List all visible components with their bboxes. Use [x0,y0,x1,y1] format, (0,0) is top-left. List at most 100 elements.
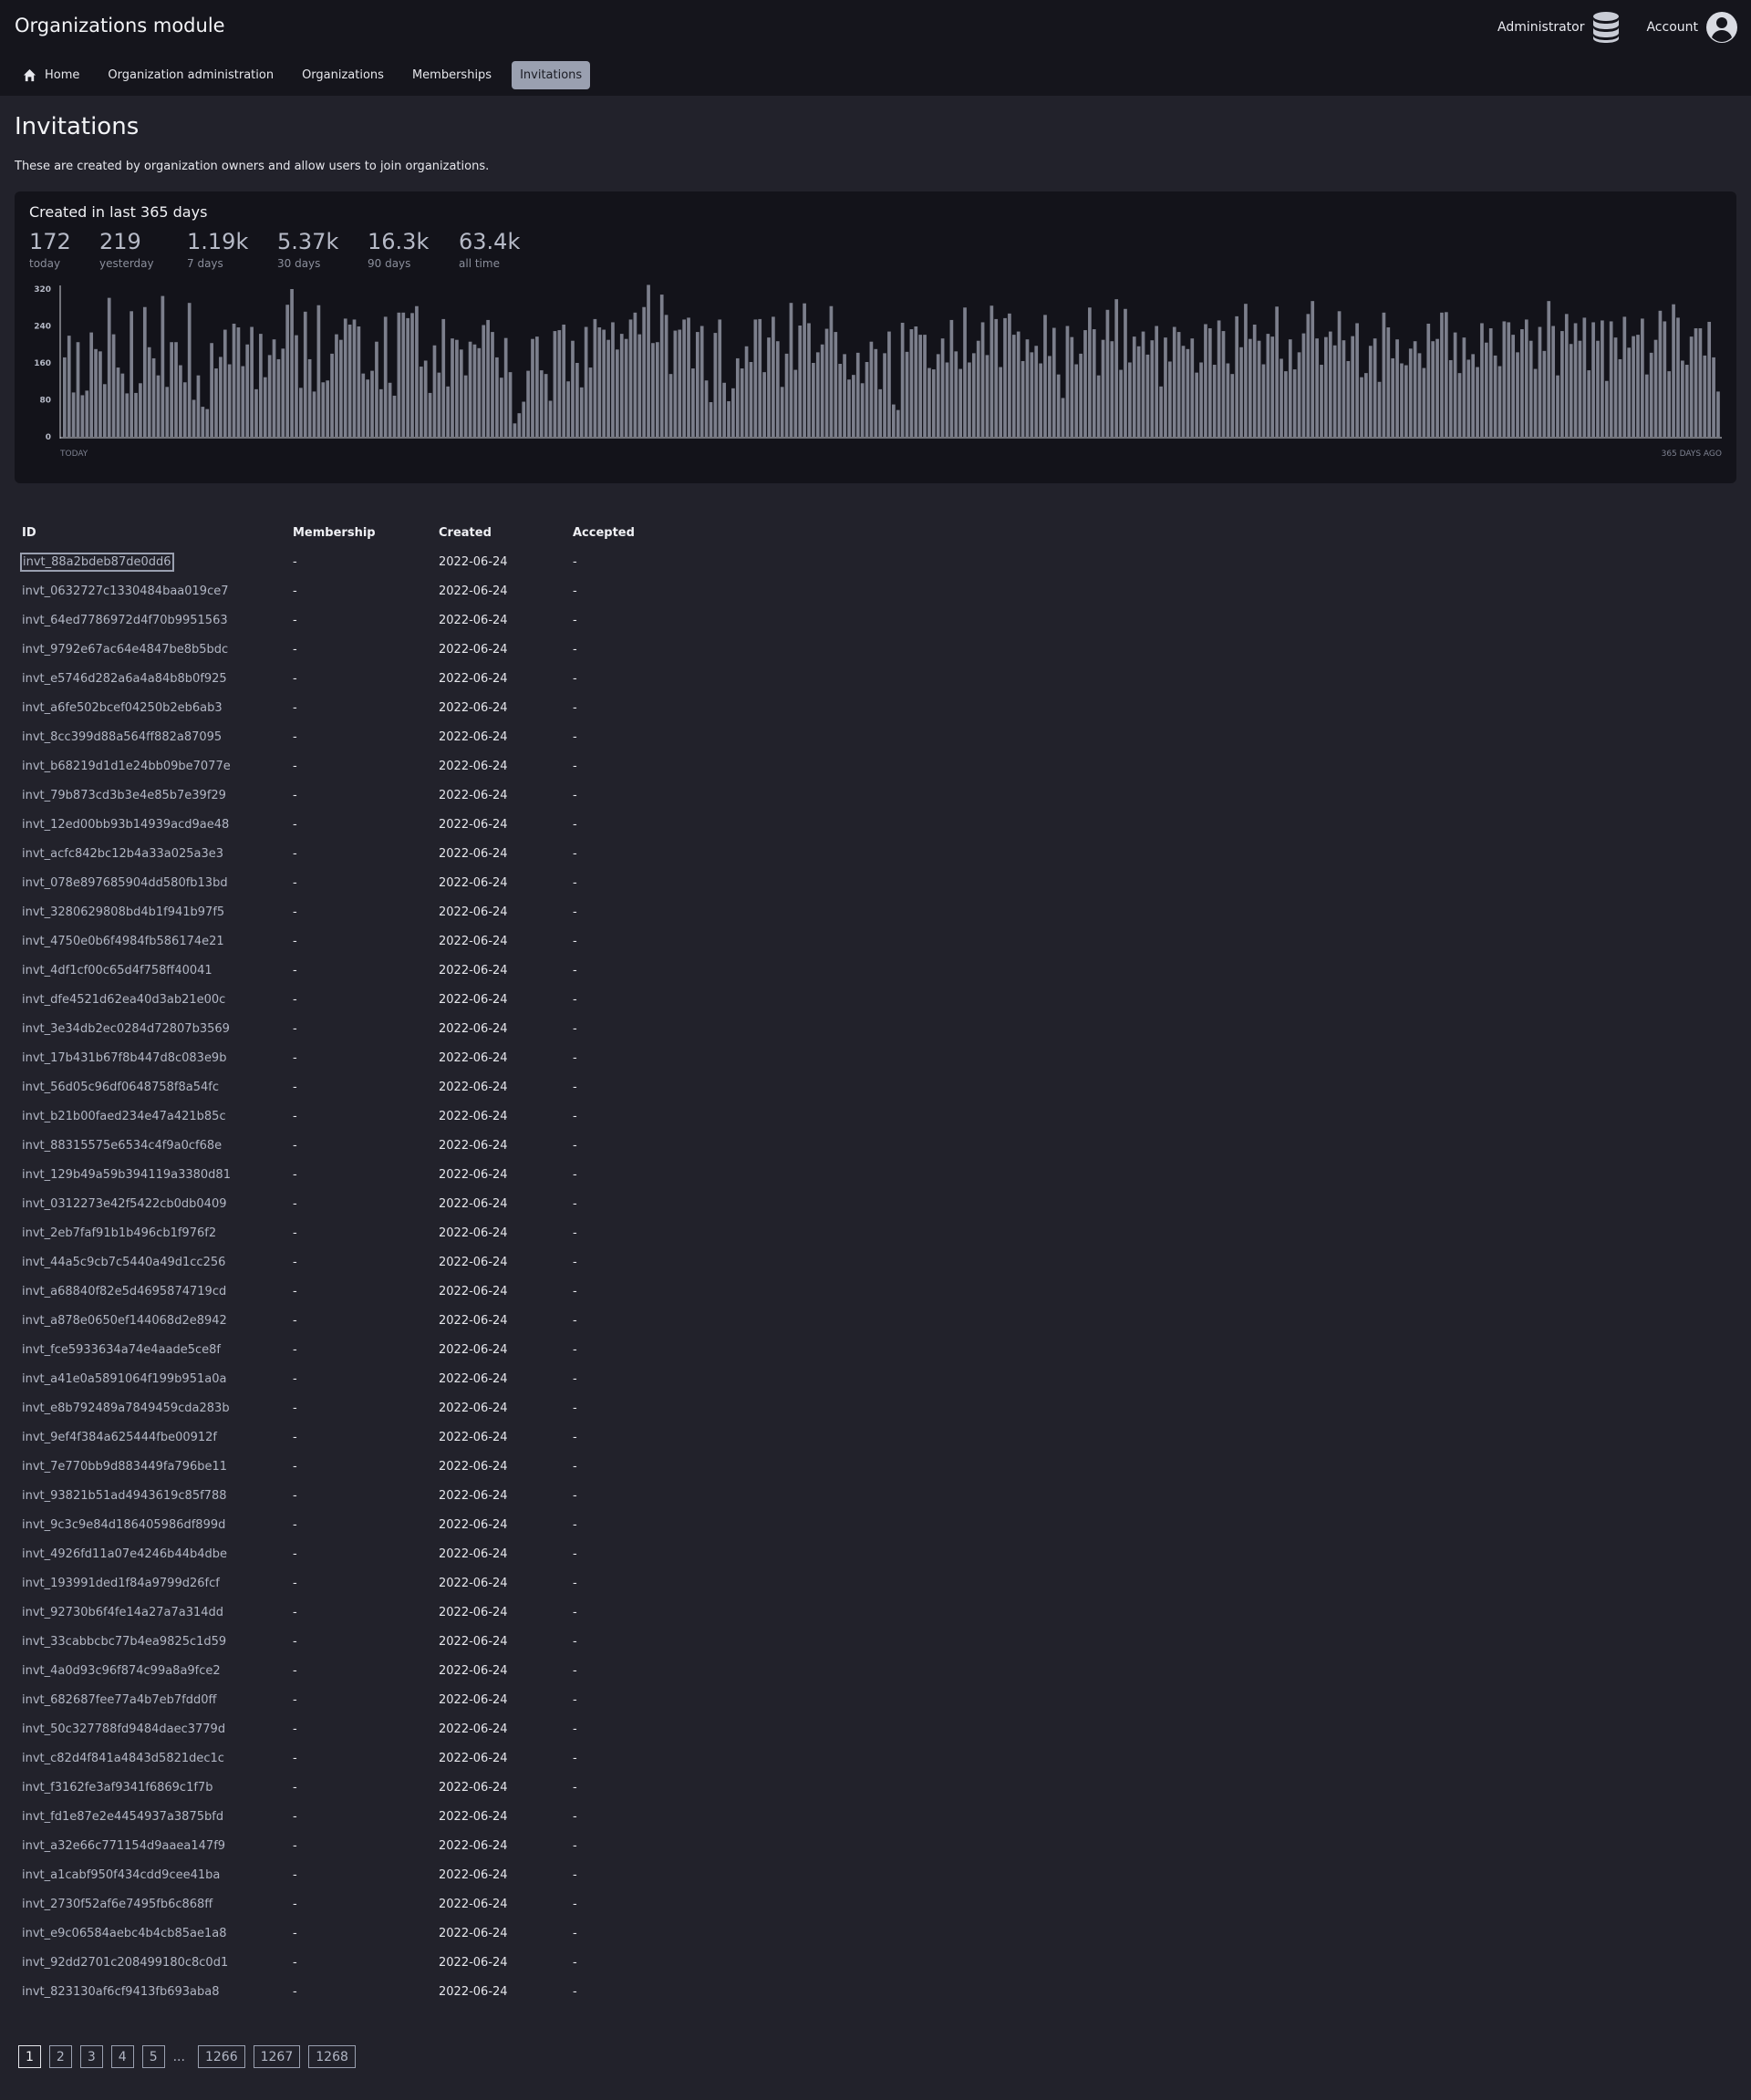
cell-id[interactable]: invt_193991ded1f84a9799d26fcf [15,1568,285,1598]
table-row[interactable]: invt_129b49a59b394119a3380d81 - 2022-06-24… [15,1160,682,1189]
table-row[interactable]: invt_4df1cf00c65d4f758ff40041 - 2022-06-24… [15,956,682,985]
invitation-id-link[interactable]: invt_4926fd11a07e4246b44b4dbe [22,1547,227,1561]
invitation-id-link[interactable]: invt_0312273e42f5422cb0db0409 [22,1197,227,1211]
table-row[interactable]: invt_92dd2701c208499180c8c0d1 - 2022-06-24… [15,1948,682,1977]
page-button[interactable]: 1267 [253,2045,301,2068]
invitation-id-link[interactable]: invt_4750e0b6f4984fb586174e21 [22,935,224,948]
invitation-id-link[interactable]: invt_88315575e6534c4f9a0cf68e [22,1139,222,1153]
cell-id[interactable]: invt_078e897685904dd580fb13bd [15,868,285,897]
table-row[interactable]: invt_b21b00faed234e47a421b85c - 2022-06-24… [15,1102,682,1131]
cell-id[interactable]: invt_3280629808bd4b1f941b97f5 [15,897,285,926]
cell-id[interactable]: invt_79b873cd3b3e4e85b7e39f29 [15,781,285,810]
column-header-accepted[interactable]: Accepted [565,518,682,547]
cell-id[interactable]: invt_88a2bdeb87de0dd6 [15,547,285,576]
cell-id[interactable]: invt_fd1e87e2e4454937a3875bfd [15,1802,285,1831]
database-icon[interactable] [1591,11,1621,44]
cell-id[interactable]: invt_44a5c9cb7c5440a49d1cc256 [15,1247,285,1277]
table-row[interactable]: invt_fce5933634a74e4aade5ce8f - 2022-06-24… [15,1335,682,1364]
tab-home[interactable]: Home [15,61,88,89]
account-circle-icon[interactable] [1705,11,1738,44]
invitation-id-link[interactable]: invt_3280629808bd4b1f941b97f5 [22,905,224,919]
cell-id[interactable]: invt_dfe4521d62ea40d3ab21e00c [15,985,285,1014]
column-header-created[interactable]: Created [431,518,565,547]
invitation-id-link[interactable]: invt_129b49a59b394119a3380d81 [22,1168,231,1182]
cell-id[interactable]: invt_823130af6cf9413fb693aba8 [15,1977,285,2006]
cell-id[interactable]: invt_a68840f82e5d4695874719cd [15,1277,285,1306]
table-row[interactable]: invt_17b431b67f8b447d8c083e9b - 2022-06-24… [15,1043,682,1072]
cell-id[interactable]: invt_a6fe502bcef04250b2eb6ab3 [15,693,285,722]
table-row[interactable]: invt_64ed7786972d4f70b9951563 - 2022-06-24… [15,605,682,635]
table-row[interactable]: invt_4a0d93c96f874c99a8a9fce2 - 2022-06-24… [15,1656,682,1685]
table-row[interactable]: invt_682687fee77a4b7eb7fdd0ff - 2022-06-24… [15,1685,682,1714]
table-row[interactable]: invt_f3162fe3af9341f6869c1f7b - 2022-06-24… [15,1773,682,1802]
table-row[interactable]: invt_33cabbcbc77b4ea9825c1d59 - 2022-06-24… [15,1627,682,1656]
table-row[interactable]: invt_e8b792489a7849459cda283b - 2022-06-24… [15,1393,682,1422]
cell-id[interactable]: invt_56d05c96df0648758f8a54fc [15,1072,285,1102]
table-row[interactable]: invt_3280629808bd4b1f941b97f5 - 2022-06-24… [15,897,682,926]
table-row[interactable]: invt_acfc842bc12b4a33a025a3e3 - 2022-06-24… [15,839,682,868]
invitation-id-link[interactable]: invt_f3162fe3af9341f6869c1f7b [22,1781,212,1795]
cell-id[interactable]: invt_4df1cf00c65d4f758ff40041 [15,956,285,985]
cell-id[interactable]: invt_fce5933634a74e4aade5ce8f [15,1335,285,1364]
table-row[interactable]: invt_4926fd11a07e4246b44b4dbe - 2022-06-24… [15,1539,682,1568]
cell-id[interactable]: invt_f3162fe3af9341f6869c1f7b [15,1773,285,1802]
tab-organizations[interactable]: Organizations [294,61,392,89]
invitation-id-link[interactable]: invt_8cc399d88a564ff882a87095 [22,730,222,744]
invitation-id-link[interactable]: invt_2eb7faf91b1b496cb1f976f2 [22,1226,216,1240]
table-row[interactable]: invt_3e34db2ec0284d72807b3569 - 2022-06-24… [15,1014,682,1043]
cell-id[interactable]: invt_92730b6f4fe14a27a7a314dd [15,1598,285,1627]
tab-invitations[interactable]: Invitations [512,61,591,89]
invitation-id-link[interactable]: invt_b21b00faed234e47a421b85c [22,1110,226,1123]
invitation-id-link[interactable]: invt_e8b792489a7849459cda283b [22,1402,230,1415]
invitation-id-link[interactable]: invt_7e770bb9d883449fa796be11 [22,1460,227,1474]
invitation-id-link[interactable]: invt_b68219d1d1e24bb09be7077e [22,760,231,773]
cell-id[interactable]: invt_682687fee77a4b7eb7fdd0ff [15,1685,285,1714]
cell-id[interactable]: invt_9792e67ac64e4847be8b5bdc [15,635,285,664]
table-row[interactable]: invt_50c327788fd9484daec3779d - 2022-06-24… [15,1714,682,1743]
table-row[interactable]: invt_44a5c9cb7c5440a49d1cc256 - 2022-06-24… [15,1247,682,1277]
account-link[interactable]: Account [1646,20,1698,35]
cell-id[interactable]: invt_4926fd11a07e4246b44b4dbe [15,1539,285,1568]
table-row[interactable]: invt_e5746d282a6a4a84b8b0f925 - 2022-06-24… [15,664,682,693]
invitation-id-link[interactable]: invt_a1cabf950f434cdd9cee41ba [22,1868,220,1882]
cell-id[interactable]: invt_64ed7786972d4f70b9951563 [15,605,285,635]
cell-id[interactable]: invt_7e770bb9d883449fa796be11 [15,1452,285,1481]
table-row[interactable]: invt_078e897685904dd580fb13bd - 2022-06-24… [15,868,682,897]
table-row[interactable]: invt_56d05c96df0648758f8a54fc - 2022-06-24… [15,1072,682,1102]
table-row[interactable]: invt_b68219d1d1e24bb09be7077e - 2022-06-24… [15,751,682,781]
cell-id[interactable]: invt_c82d4f841a4843d5821dec1c [15,1743,285,1773]
cell-id[interactable]: invt_a878e0650ef144068d2e8942 [15,1306,285,1335]
cell-id[interactable]: invt_93821b51ad4943619c85f788 [15,1481,285,1510]
table-row[interactable]: invt_88315575e6534c4f9a0cf68e - 2022-06-24… [15,1131,682,1160]
page-button[interactable]: 2 [48,2045,72,2068]
page-button[interactable]: 1 [18,2045,41,2068]
table-row[interactable]: invt_e9c06584aebc4b4cb85ae1a8 - 2022-06-24… [15,1919,682,1948]
table-row[interactable]: invt_2eb7faf91b1b496cb1f976f2 - 2022-06-24… [15,1218,682,1247]
cell-id[interactable]: invt_9ef4f384a625444fbe00912f [15,1422,285,1452]
table-row[interactable]: invt_9c3c9e84d186405986df899d - 2022-06-24… [15,1510,682,1539]
invitation-id-link[interactable]: invt_a878e0650ef144068d2e8942 [22,1314,227,1328]
cell-id[interactable]: invt_e5746d282a6a4a84b8b0f925 [15,664,285,693]
page-button[interactable]: 1268 [308,2045,356,2068]
invitation-id-link[interactable]: invt_acfc842bc12b4a33a025a3e3 [22,847,223,861]
table-row[interactable]: invt_88a2bdeb87de0dd6 - 2022-06-24 - [15,547,682,576]
invitation-id-link[interactable]: invt_682687fee77a4b7eb7fdd0ff [22,1693,216,1707]
cell-id[interactable]: invt_129b49a59b394119a3380d81 [15,1160,285,1189]
table-row[interactable]: invt_0632727c1330484baa019ce7 - 2022-06-24… [15,576,682,605]
table-row[interactable]: invt_fd1e87e2e4454937a3875bfd - 2022-06-24… [15,1802,682,1831]
table-row[interactable]: invt_a32e66c771154d9aaea147f9 - 2022-06-24… [15,1831,682,1860]
page-button[interactable]: 3 [79,2045,103,2068]
cell-id[interactable]: invt_2eb7faf91b1b496cb1f976f2 [15,1218,285,1247]
invitation-id-link[interactable]: invt_92730b6f4fe14a27a7a314dd [22,1606,223,1619]
cell-id[interactable]: invt_a1cabf950f434cdd9cee41ba [15,1860,285,1889]
table-row[interactable]: invt_9792e67ac64e4847be8b5bdc - 2022-06-24… [15,635,682,664]
invitation-id-link[interactable]: invt_93821b51ad4943619c85f788 [22,1489,227,1503]
cell-id[interactable]: invt_33cabbcbc77b4ea9825c1d59 [15,1627,285,1656]
table-row[interactable]: invt_193991ded1f84a9799d26fcf - 2022-06-24… [15,1568,682,1598]
page-button[interactable]: 1266 [197,2045,245,2068]
invitation-id-link[interactable]: invt_e5746d282a6a4a84b8b0f925 [22,672,227,686]
column-header-id[interactable]: ID [15,518,285,547]
page-button[interactable]: 5 [141,2045,165,2068]
table-row[interactable]: invt_9ef4f384a625444fbe00912f - 2022-06-24… [15,1422,682,1452]
invitation-id-link[interactable]: invt_823130af6cf9413fb693aba8 [22,1985,220,1999]
